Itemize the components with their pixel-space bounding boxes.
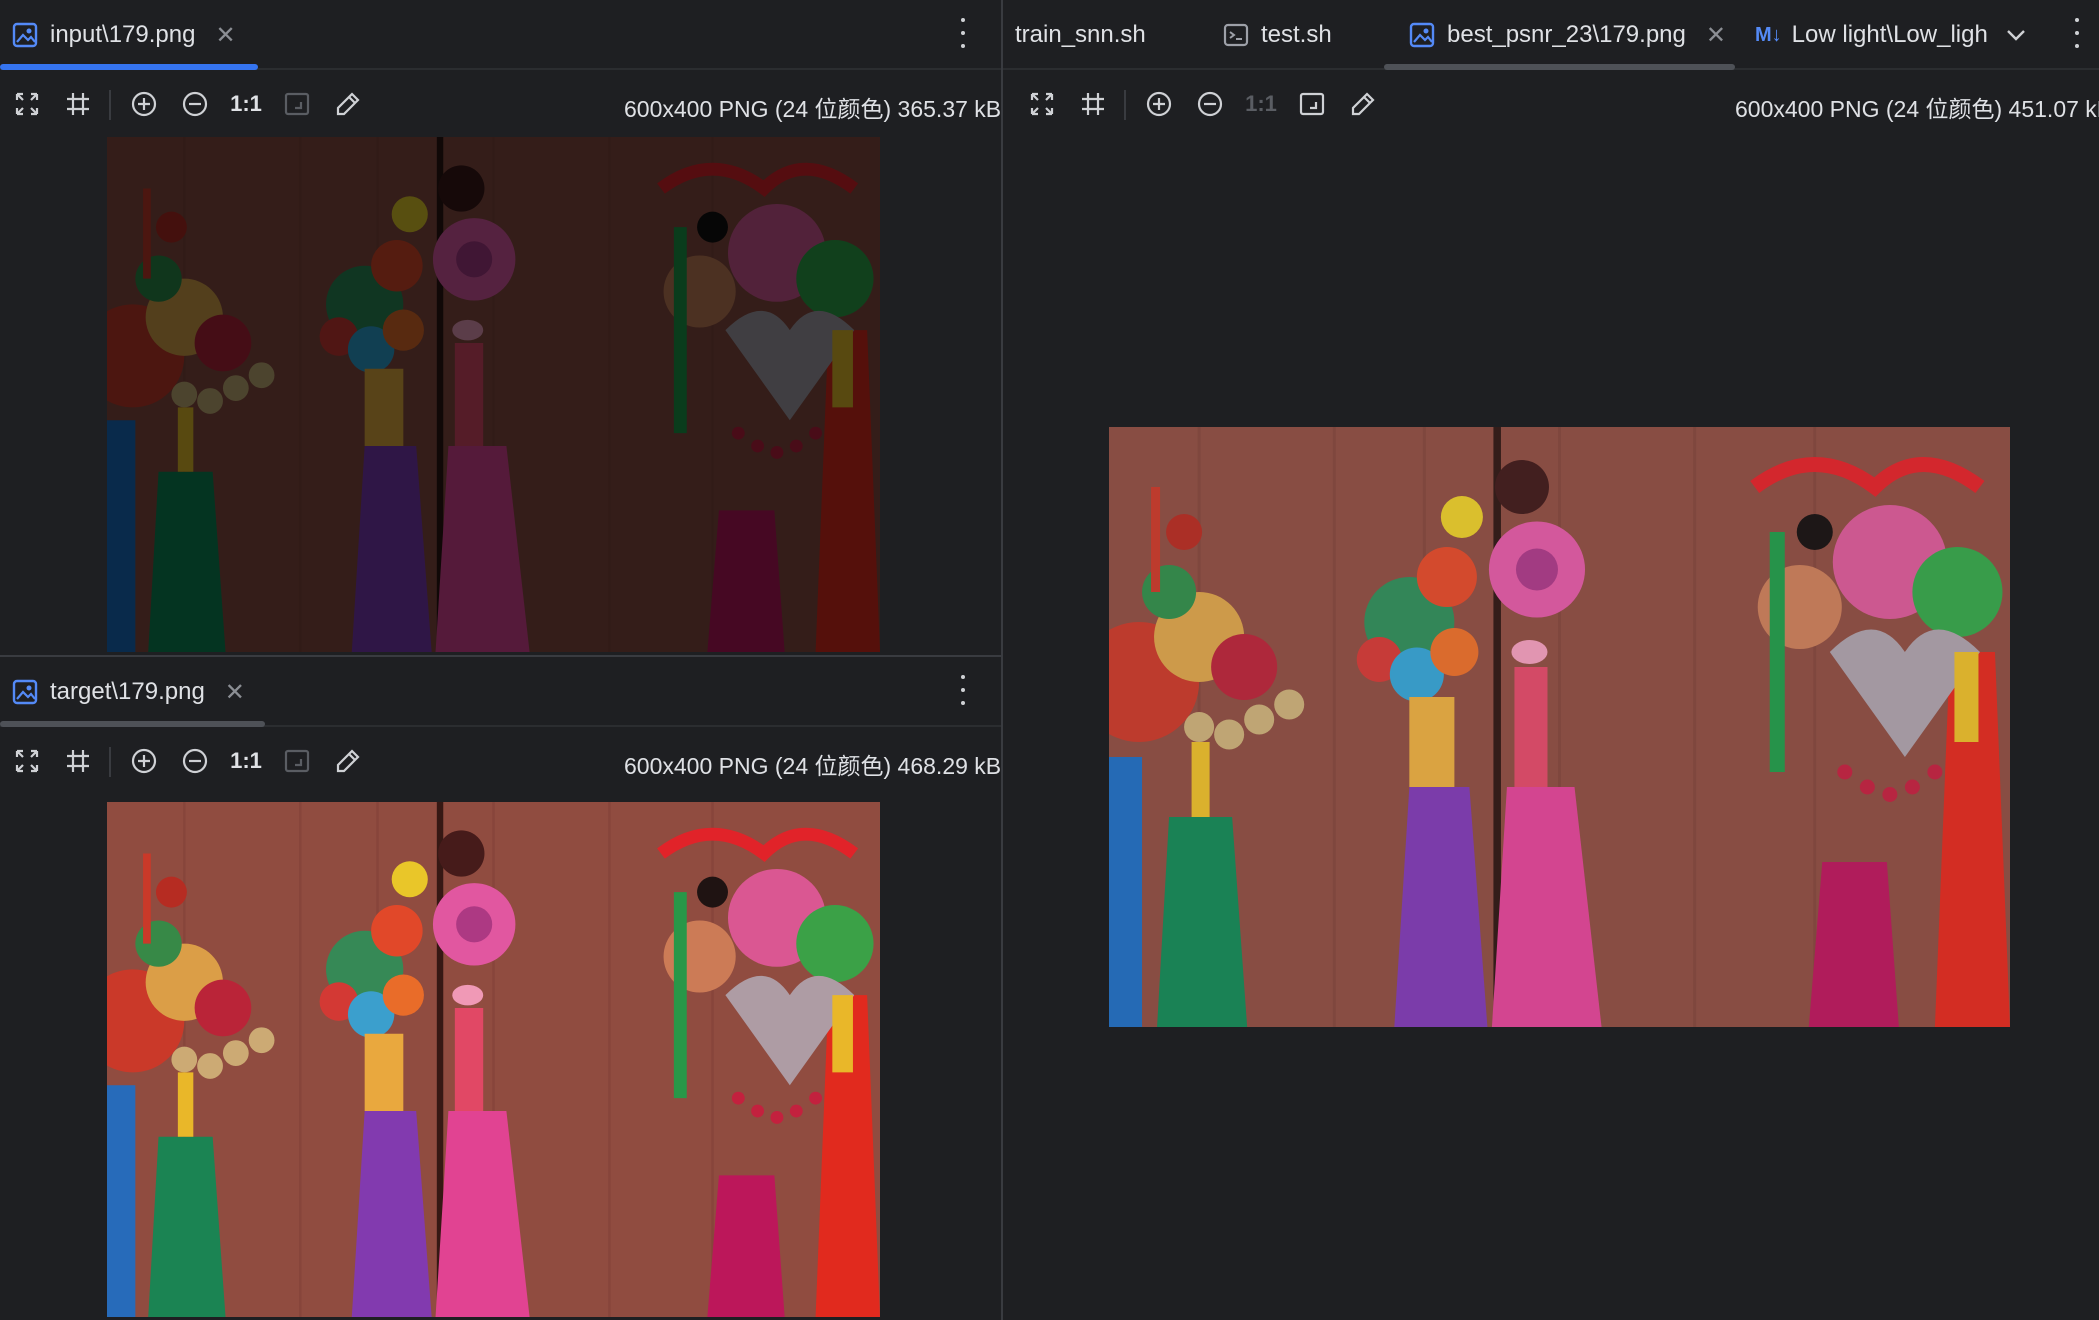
editor-pane-top-left: input\179.png ✕ 1:1 600x400 PNG (24 位颜色)… xyxy=(0,0,1001,655)
more-options-icon[interactable] xyxy=(958,18,968,48)
zoom-in-icon[interactable] xyxy=(128,88,160,120)
tab-input-179[interactable]: input\179.png ✕ xyxy=(12,0,236,70)
close-icon[interactable]: ✕ xyxy=(215,21,235,50)
color-picker-icon[interactable] xyxy=(1347,88,1379,120)
zoom-out-icon[interactable] xyxy=(179,88,211,120)
tab-label: Low light\Low_ligh xyxy=(1791,21,1987,48)
image-info: 600x400 PNG (24 位颜色) 451.07 kB xyxy=(1735,96,2099,122)
tab-label: target\179.png xyxy=(50,678,205,705)
toolbar-separator xyxy=(109,747,111,777)
grid-icon[interactable] xyxy=(1077,88,1109,120)
grid-icon[interactable] xyxy=(62,745,94,777)
tab-label: test.sh xyxy=(1261,21,1332,48)
tab-label: train_snn.sh xyxy=(1015,21,1146,48)
fit-zoom-icon[interactable] xyxy=(11,745,43,777)
color-picker-icon[interactable] xyxy=(332,745,364,777)
chevron-down-icon[interactable] xyxy=(2003,22,2029,48)
toolbar-separator xyxy=(1124,90,1126,120)
fit-zoom-icon[interactable] xyxy=(11,88,43,120)
tab-best-psnr-179[interactable]: best_psnr_23\179.png ✕ xyxy=(1409,0,1726,70)
fit-window-icon[interactable] xyxy=(281,745,313,777)
color-picker-icon[interactable] xyxy=(332,88,364,120)
image-toolbar: 1:1 600x400 PNG (24 位颜色) 451.07 kB xyxy=(1003,72,2099,136)
zoom-in-icon[interactable] xyxy=(128,745,160,777)
markdown-icon: M↓ xyxy=(1755,23,1782,46)
toolbar-separator xyxy=(109,90,111,120)
fit-window-icon[interactable] xyxy=(1296,88,1328,120)
terminal-icon xyxy=(1223,23,1249,47)
target-image xyxy=(107,802,880,1317)
tab-bar: input\179.png ✕ xyxy=(0,0,1001,70)
fit-window-icon[interactable] xyxy=(281,88,313,120)
image-toolbar: 1:1 600x400 PNG (24 位颜色) 365.37 kB xyxy=(0,72,1001,136)
more-options-icon[interactable] xyxy=(2072,18,2082,48)
zoom-in-icon[interactable] xyxy=(1143,88,1175,120)
image-toolbar: 1:1 600x400 PNG (24 位颜色) 468.29 kB xyxy=(0,729,1001,793)
close-icon[interactable]: ✕ xyxy=(1706,21,1726,50)
image-file-icon xyxy=(12,679,38,705)
zoom-out-icon[interactable] xyxy=(1194,88,1226,120)
input-image xyxy=(107,137,880,652)
close-icon[interactable]: ✕ xyxy=(225,678,245,707)
tab-target-179[interactable]: target\179.png ✕ xyxy=(12,657,245,727)
editor-pane-right: train_snn.sh test.sh best_psnr_23\179.pn… xyxy=(1003,0,2099,1320)
editor-pane-bottom-left: target\179.png ✕ 1:1 600x400 PNG (24 位颜色… xyxy=(0,657,1001,1320)
output-image xyxy=(1109,427,2010,1027)
image-info: 600x400 PNG (24 位颜色) 365.37 kB xyxy=(624,96,1001,122)
tab-test-sh[interactable]: test.sh xyxy=(1223,0,1332,70)
image-file-icon xyxy=(12,22,38,48)
grid-icon[interactable] xyxy=(62,88,94,120)
tab-bar: train_snn.sh test.sh best_psnr_23\179.pn… xyxy=(1003,0,2099,70)
tab-bar: target\179.png ✕ xyxy=(0,657,1001,727)
more-options-icon[interactable] xyxy=(958,675,968,705)
tab-label: input\179.png xyxy=(50,21,196,48)
tab-low-light-md[interactable]: M↓ Low light\Low_ligh xyxy=(1755,0,1987,70)
image-info: 600x400 PNG (24 位颜色) 468.29 kB xyxy=(624,753,1001,779)
image-file-icon xyxy=(1409,22,1435,48)
tab-active-indicator xyxy=(1384,64,1735,70)
tab-active-indicator xyxy=(0,64,258,70)
zoom-out-icon[interactable] xyxy=(179,745,211,777)
tab-active-indicator xyxy=(0,721,265,727)
tab-label: best_psnr_23\179.png xyxy=(1447,21,1686,48)
actual-size-button[interactable]: 1:1 xyxy=(1241,88,1281,120)
fit-zoom-icon[interactable] xyxy=(1026,88,1058,120)
actual-size-button[interactable]: 1:1 xyxy=(226,88,266,120)
actual-size-button[interactable]: 1:1 xyxy=(226,745,266,777)
tab-train-snn-sh[interactable]: train_snn.sh xyxy=(1015,0,1146,70)
